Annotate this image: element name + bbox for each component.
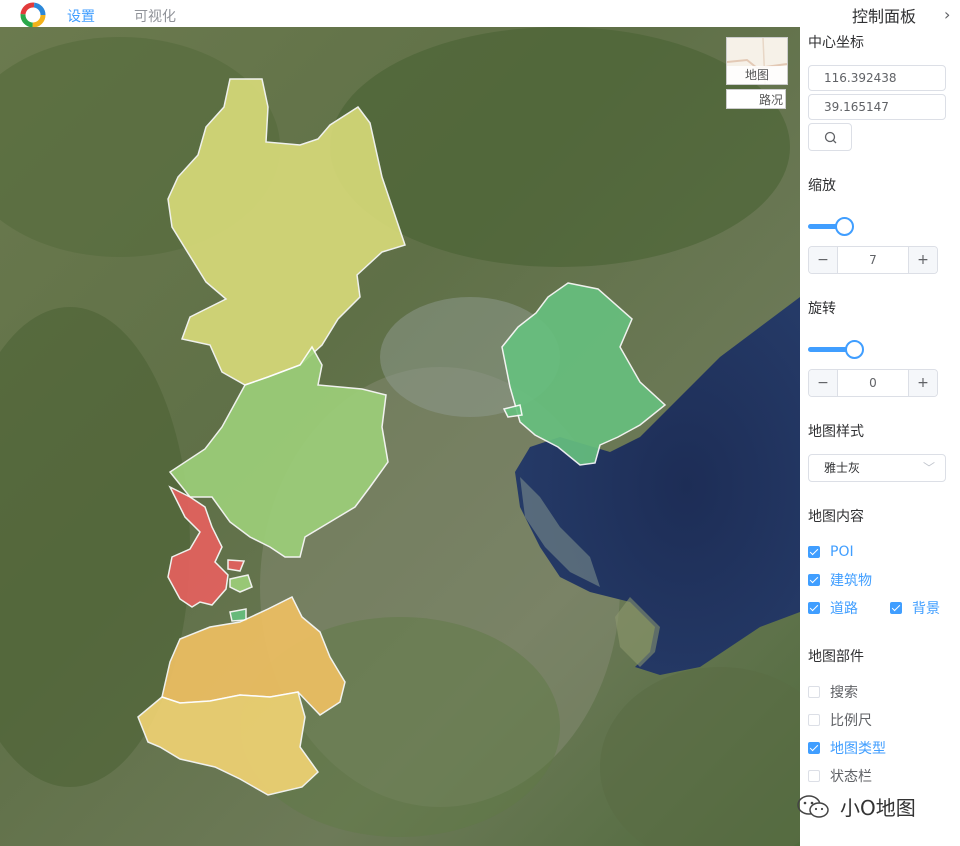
traffic-label: 路况	[758, 93, 783, 107]
rotation-stepper: − 0 +	[808, 369, 938, 397]
checkbox-icon	[808, 574, 820, 586]
checkbox-maptype[interactable]: 地图类型	[808, 738, 886, 758]
zoom-decrease-button[interactable]: −	[809, 247, 838, 273]
checkbox-label: 地图类型	[830, 741, 886, 757]
wechat-watermark: 小O地图	[796, 792, 916, 821]
rotation-slider-handle[interactable]	[845, 340, 864, 359]
checkbox-buildings[interactable]: 建筑物	[808, 570, 872, 590]
zoom-stepper: − 7 +	[808, 246, 938, 274]
map-style-value: 雅士灰	[824, 461, 861, 475]
map-style-select[interactable]: 雅士灰 ﹀	[808, 454, 946, 482]
map-type-label: 地图	[727, 66, 787, 84]
watermark-name: 小O地图	[840, 796, 916, 820]
app-logo-icon	[20, 2, 46, 28]
map-canvas	[0, 27, 800, 846]
checkbox-roads[interactable]: 道路	[808, 598, 858, 618]
checkbox-poi[interactable]: POI	[808, 542, 854, 562]
checkbox-statusbar[interactable]: 状态栏	[808, 766, 872, 786]
rotation-increase-button[interactable]: +	[908, 370, 937, 396]
checkbox-label: 搜索	[830, 685, 858, 701]
longitude-input[interactable]: 116.392438	[808, 65, 946, 91]
checkbox-icon	[890, 602, 902, 614]
checkbox-icon	[808, 686, 820, 698]
top-bar: 设置 可视化	[0, 0, 800, 28]
search-icon	[824, 131, 837, 144]
zoom-increase-button[interactable]: +	[908, 247, 937, 273]
zoom-label: 缩放	[808, 178, 836, 194]
checkbox-label: 道路	[830, 601, 858, 617]
panel-title: 控制面板	[852, 7, 917, 26]
zoom-slider-handle[interactable]	[834, 217, 854, 236]
zoom-value[interactable]: 7	[838, 247, 908, 273]
checkbox-scale[interactable]: 比例尺	[808, 710, 872, 730]
zoom-slider[interactable]	[808, 216, 860, 236]
map-widgets-label: 地图部件	[808, 649, 864, 665]
map-style-label: 地图样式	[808, 424, 864, 440]
locate-search-button[interactable]	[808, 123, 852, 151]
checkbox-label: 状态栏	[830, 769, 872, 785]
checkbox-label: 比例尺	[830, 713, 872, 729]
control-panel: 控制面板 › 中心坐标 116.392438 39.165147 缩放 − 7 …	[800, 0, 960, 846]
map-type-control: 地图 路况	[726, 37, 788, 109]
checkbox-icon	[808, 770, 820, 782]
region-green-small[interactable]	[229, 608, 247, 622]
checkbox-label: 背景	[912, 601, 940, 617]
map-type-thumbnail[interactable]: 地图	[726, 37, 788, 85]
chevron-down-icon: ﹀	[922, 461, 935, 475]
tab-visualization[interactable]: 可视化	[134, 6, 176, 26]
checkbox-icon	[808, 602, 820, 614]
satellite-map[interactable]: 地图 路况	[0, 27, 800, 846]
checkbox-search[interactable]: 搜索	[808, 682, 858, 702]
rotation-label: 旋转	[808, 301, 836, 317]
traffic-button[interactable]: 路况	[726, 89, 786, 109]
rotation-value[interactable]: 0	[838, 370, 908, 396]
panel-toggle-chevron-right-icon[interactable]: ›	[944, 5, 950, 24]
tab-settings[interactable]: 设置	[67, 6, 95, 26]
checkbox-label: POI	[830, 544, 854, 560]
checkbox-background[interactable]: 背景	[890, 598, 940, 618]
checkbox-icon	[808, 742, 820, 754]
wechat-icon	[797, 794, 829, 818]
checkbox-icon	[808, 546, 820, 558]
checkbox-label: 建筑物	[830, 573, 872, 589]
map-content-label: 地图内容	[808, 509, 864, 525]
center-coordinates-label: 中心坐标	[808, 35, 864, 51]
rotation-decrease-button[interactable]: −	[809, 370, 838, 396]
rotation-slider[interactable]	[808, 339, 864, 359]
checkbox-icon	[808, 714, 820, 726]
latitude-input[interactable]: 39.165147	[808, 94, 946, 120]
